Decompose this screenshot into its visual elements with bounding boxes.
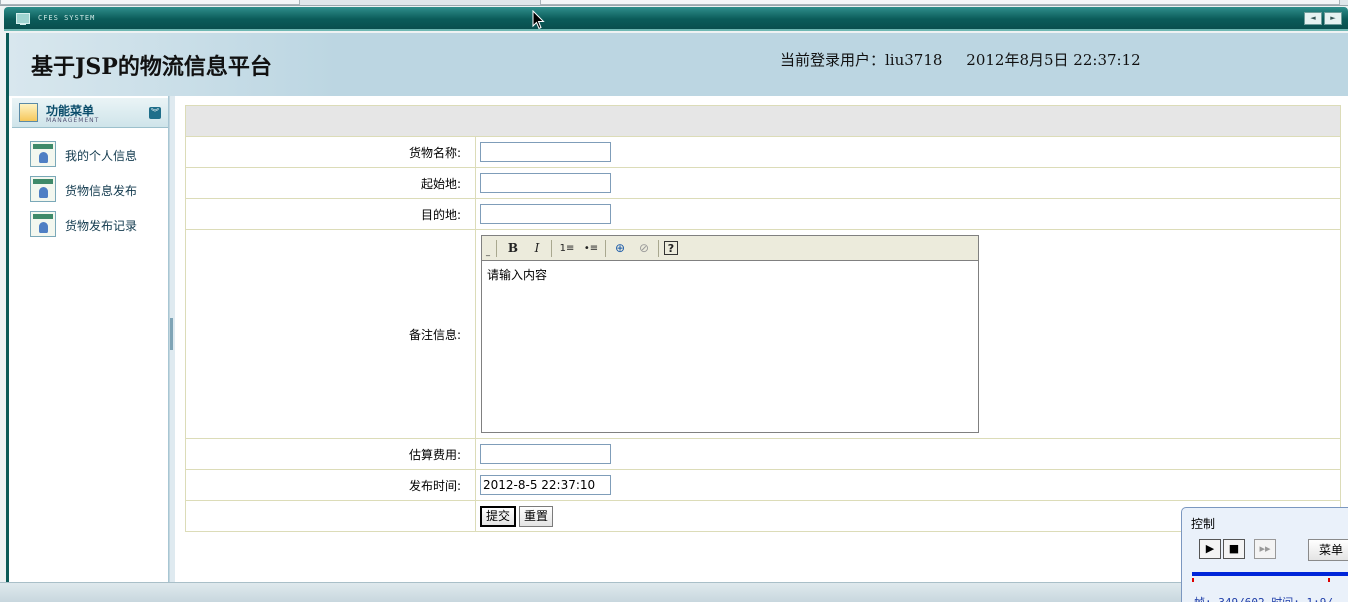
stop-button[interactable]: ■ <box>1223 539 1245 559</box>
link-icon[interactable]: ⊕ <box>611 240 629 257</box>
sidebar-item-label: 货物信息发布 <box>65 184 138 198</box>
page-header: 基于JSP的物流信息平台 当前登录用户：liu3718 2012年8月5日 22… <box>6 33 1348 96</box>
help-icon[interactable]: ? <box>664 241 678 255</box>
goods-name-input[interactable] <box>480 142 611 162</box>
browser-tab[interactable] <box>540 0 1340 5</box>
editor-toolbar: _ B I 1≡ •≡ ⊕ ⊘ ? <box>482 236 978 261</box>
browser-tab[interactable] <box>0 0 300 5</box>
sidebar-subtitle: MANAGEMENT <box>46 117 100 124</box>
main-content: 货物名称: 起始地: 目的地: 备注信息: _ B I 1≡ •≡ ⊕ ⊘ ? … <box>175 96 1348 582</box>
remarks-label: 备注信息: <box>185 229 476 439</box>
origin-input[interactable] <box>480 173 611 193</box>
form-row-actions: 提交 重置 <box>185 500 1341 532</box>
control-panel: 控制 ▶ ■ ▸▸ 菜单 帧: 349/602 时间: 1:9/ <box>1181 507 1348 602</box>
form-row-origin: 起始地: <box>185 167 1341 199</box>
play-button[interactable]: ▶ <box>1199 539 1221 559</box>
mouse-cursor-icon <box>532 10 545 30</box>
status-bar <box>0 582 1348 602</box>
form-row-remarks: 备注信息: _ B I 1≡ •≡ ⊕ ⊘ ? 请输入内容 <box>185 229 1341 439</box>
current-user: 当前登录用户：liu3718 <box>780 51 943 69</box>
reset-button[interactable]: 重置 <box>519 505 554 527</box>
sidebar-item-label: 我的个人信息 <box>65 149 138 163</box>
timeline-marker <box>1192 578 1194 582</box>
sidebar-item-label: 货物发布记录 <box>65 219 138 233</box>
destination-input[interactable] <box>480 204 611 224</box>
form-row-goods-name: 货物名称: <box>185 136 1341 168</box>
unordered-list-button[interactable]: •≡ <box>582 240 600 257</box>
publish-time-label: 发布时间: <box>185 469 476 501</box>
scroll-right-button[interactable]: ► <box>1324 12 1342 25</box>
splitter-handle[interactable] <box>170 318 173 350</box>
publish-time-input[interactable] <box>480 475 611 495</box>
monitor-icon <box>16 13 30 25</box>
toolbar-grip-icon: _ <box>486 247 490 256</box>
ordered-list-button[interactable]: 1≡ <box>558 240 576 257</box>
toolbar-separator <box>551 240 552 257</box>
scroll-left-button[interactable]: ◄ <box>1304 12 1322 25</box>
destination-label: 目的地: <box>185 198 476 230</box>
timeline-track[interactable] <box>1192 572 1348 576</box>
form-row-estimated-cost: 估算费用: <box>185 438 1341 470</box>
sidebar-item-publish-goods[interactable]: 货物信息发布 <box>30 176 170 202</box>
timeline-marker <box>1328 578 1330 582</box>
form-row-destination: 目的地: <box>185 198 1341 230</box>
italic-button[interactable]: I <box>528 240 546 257</box>
frame-info: 帧: 349/602 时间: 1:9/ <box>1194 594 1333 602</box>
sidebar-item-my-info[interactable]: 我的个人信息 <box>30 141 170 167</box>
user-card-icon <box>30 211 56 237</box>
system-title: CFES SYSTEM <box>38 14 96 22</box>
remarks-content[interactable]: 请输入内容 <box>482 261 978 431</box>
user-info: 当前登录用户：liu3718 2012年8月5日 22:37:12 <box>780 49 1141 70</box>
collapse-icon[interactable]: ︾ <box>149 107 161 119</box>
sidebar: 功能菜单 MANAGEMENT ︾ 我的个人信息 货物信息发布 货物发布记录 <box>6 96 169 582</box>
control-menu-button[interactable]: 菜单 <box>1308 539 1348 561</box>
goods-name-label: 货物名称: <box>185 136 476 168</box>
form-row-publish-time: 发布时间: <box>185 469 1341 501</box>
user-card-icon <box>30 176 56 202</box>
form-header-row <box>185 105 1341 137</box>
goods-publish-form: 货物名称: 起始地: 目的地: 备注信息: _ B I 1≡ •≡ ⊕ ⊘ ? … <box>185 105 1341 532</box>
current-datetime: 2012年8月5日 22:37:12 <box>966 51 1141 69</box>
control-panel-title: 控制 <box>1191 517 1216 531</box>
unlink-icon[interactable]: ⊘ <box>635 240 653 257</box>
toolbar-separator <box>658 240 659 257</box>
toolbar-separator <box>605 240 606 257</box>
folder-upload-icon <box>19 103 38 122</box>
step-button[interactable]: ▸▸ <box>1254 539 1276 559</box>
browser-tab-strip <box>0 0 1348 6</box>
submit-button[interactable]: 提交 <box>480 505 517 527</box>
estimated-cost-input[interactable] <box>480 444 611 464</box>
origin-label: 起始地: <box>185 167 476 199</box>
page-title: 基于JSP的物流信息平台 <box>31 54 272 80</box>
sidebar-header: 功能菜单 MANAGEMENT ︾ <box>12 98 168 128</box>
sidebar-item-publish-history[interactable]: 货物发布记录 <box>30 211 170 237</box>
remarks-editor: _ B I 1≡ •≡ ⊕ ⊘ ? 请输入内容 <box>481 235 979 433</box>
user-card-icon <box>30 141 56 167</box>
estimated-cost-label: 估算费用: <box>185 438 476 470</box>
toolbar-separator <box>496 240 497 257</box>
system-bar: CFES SYSTEM ◄ ► <box>4 7 1348 31</box>
bold-button[interactable]: B <box>504 240 522 257</box>
